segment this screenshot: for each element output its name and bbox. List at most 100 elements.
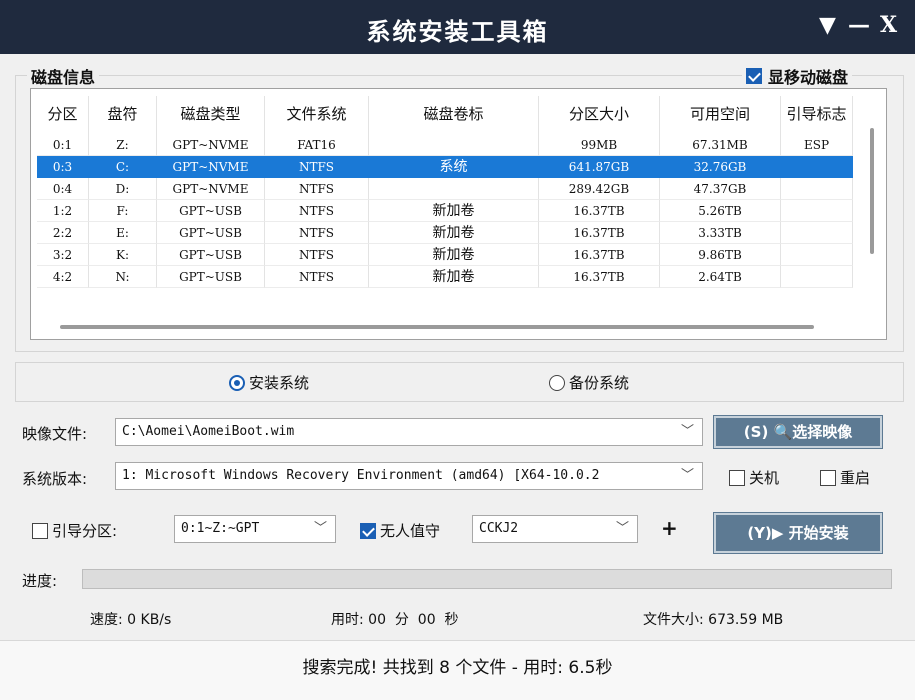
image-file-combo[interactable]: C:\Aomei\AomeiBoot.wim ﹀ bbox=[115, 418, 703, 446]
cell: 16.37TB bbox=[539, 200, 660, 222]
cell: GPT~USB bbox=[157, 222, 265, 244]
shutdown-label: 关机 bbox=[749, 469, 780, 487]
select-image-button[interactable]: (S) 🔍选择映像 bbox=[713, 415, 883, 449]
table-row-selected[interactable]: 0:3 C: GPT~NVME NTFS 系统 641.87GB 32.76GB bbox=[37, 156, 853, 178]
cell: NTFS bbox=[265, 244, 369, 266]
checkbox-checked-icon[interactable] bbox=[360, 522, 376, 539]
cell bbox=[781, 222, 853, 244]
cell: NTFS bbox=[265, 200, 369, 222]
column-header[interactable]: 可用空间 bbox=[660, 96, 781, 134]
table-row[interactable]: 4:2 N: GPT~USB NTFS 新加卷 16.37TB 2.64TB bbox=[37, 266, 853, 288]
column-header[interactable]: 分区 bbox=[37, 96, 89, 134]
image-file-value: C:\Aomei\AomeiBoot.wim bbox=[122, 424, 295, 439]
cell: 4:2 bbox=[37, 266, 89, 288]
close-button[interactable]: X bbox=[880, 12, 897, 38]
unattended-label: 无人值守 bbox=[380, 522, 441, 540]
cell: E: bbox=[89, 222, 157, 244]
chevron-down-icon[interactable]: ﹀ bbox=[611, 516, 629, 542]
cell: ESP bbox=[781, 134, 853, 156]
status-bar: 搜索完成! 共找到 8 个文件 - 用时: 6.5秒 bbox=[0, 640, 915, 700]
cell: D: bbox=[89, 178, 157, 200]
chevron-down-icon[interactable]: ﹀ bbox=[309, 516, 327, 542]
reboot-checkbox[interactable]: 重启 bbox=[820, 467, 870, 488]
cell: 新加卷 bbox=[369, 200, 539, 222]
chevron-down-icon[interactable]: ﹀ bbox=[676, 463, 694, 489]
boot-partition-combo[interactable]: 0:1~Z:~GPT ﹀ bbox=[174, 515, 336, 543]
column-header[interactable]: 盘符 bbox=[89, 96, 157, 134]
table-row[interactable]: 1:2 F: GPT~USB NTFS 新加卷 16.37TB 5.26TB bbox=[37, 200, 853, 222]
cell bbox=[781, 200, 853, 222]
cell: 9.86TB bbox=[660, 244, 781, 266]
progress-bar bbox=[82, 569, 892, 589]
cell bbox=[781, 266, 853, 288]
checkbox-icon[interactable] bbox=[729, 469, 745, 486]
cell: FAT16 bbox=[265, 134, 369, 156]
cell: 3.33TB bbox=[660, 222, 781, 244]
table-row[interactable]: 3:2 K: GPT~USB NTFS 新加卷 16.37TB 9.86TB bbox=[37, 244, 853, 266]
radio-unselected-icon[interactable] bbox=[549, 374, 565, 391]
cell: 新加卷 bbox=[369, 222, 539, 244]
add-plus-button[interactable]: + bbox=[661, 516, 678, 540]
chevron-down-icon[interactable]: ﹀ bbox=[676, 419, 694, 445]
install-system-radio[interactable]: 安装系统 bbox=[229, 372, 309, 393]
column-header[interactable]: 磁盘卷标 bbox=[369, 96, 539, 134]
checkbox-checked-icon[interactable] bbox=[746, 68, 762, 84]
shutdown-checkbox[interactable]: 关机 bbox=[729, 467, 779, 488]
table-row[interactable]: 2:2 E: GPT~USB NTFS 新加卷 16.37TB 3.33TB bbox=[37, 222, 853, 244]
unattended-combo[interactable]: CCKJ2 ﹀ bbox=[472, 515, 638, 543]
cell bbox=[369, 134, 539, 156]
cell: 系统 bbox=[369, 156, 539, 178]
system-version-value: 1: Microsoft Windows Recovery Environmen… bbox=[122, 468, 600, 483]
status-text: 搜索完成! 共找到 8 个文件 - 用时: 6.5秒 bbox=[302, 658, 613, 678]
boot-partition-checkbox[interactable]: 引导分区: bbox=[32, 520, 117, 541]
column-header[interactable]: 引导标志 bbox=[781, 96, 853, 134]
backup-system-label: 备份系统 bbox=[569, 374, 630, 392]
backup-system-radio[interactable]: 备份系统 bbox=[549, 372, 629, 393]
cell: GPT~USB bbox=[157, 244, 265, 266]
cell: 99MB bbox=[539, 134, 660, 156]
menu-dropdown-icon[interactable]: ▼ bbox=[819, 12, 836, 38]
column-header[interactable]: 文件系统 bbox=[265, 96, 369, 134]
system-version-combo[interactable]: 1: Microsoft Windows Recovery Environmen… bbox=[115, 462, 703, 490]
cell: 1:2 bbox=[37, 200, 89, 222]
cell: Z: bbox=[89, 134, 157, 156]
elapsed-time-text: 用时: 00 分 00 秒 bbox=[331, 612, 459, 628]
checkbox-icon[interactable] bbox=[820, 469, 836, 486]
cell: 641.87GB bbox=[539, 156, 660, 178]
system-version-label: 系统版本: bbox=[22, 470, 88, 488]
table-row[interactable]: 0:1 Z: GPT~NVME FAT16 99MB 67.31MB ESP bbox=[37, 134, 853, 156]
table-row[interactable]: 0:4 D: GPT~NVME NTFS 289.42GB 47.37GB bbox=[37, 178, 853, 200]
unattended-checkbox[interactable]: 无人值守 bbox=[360, 520, 440, 541]
cell: C: bbox=[89, 156, 157, 178]
cell: 289.42GB bbox=[539, 178, 660, 200]
cell: 16.37TB bbox=[539, 266, 660, 288]
cell: 3:2 bbox=[37, 244, 89, 266]
radio-selected-icon[interactable] bbox=[229, 374, 245, 391]
checkbox-icon[interactable] bbox=[32, 522, 48, 539]
cell: 新加卷 bbox=[369, 244, 539, 266]
boot-partition-value: 0:1~Z:~GPT bbox=[181, 521, 260, 536]
partition-table[interactable]: 分区 盘符 磁盘类型 文件系统 磁盘卷标 分区大小 可用空间 引导标志 0:1 Z… bbox=[30, 88, 887, 340]
window-title: 系统安装工具箱 bbox=[366, 17, 549, 46]
mode-bar bbox=[15, 362, 904, 402]
horizontal-scrollbar[interactable] bbox=[60, 325, 814, 329]
column-header[interactable]: 分区大小 bbox=[539, 96, 660, 134]
cell: 新加卷 bbox=[369, 266, 539, 288]
cell: GPT~USB bbox=[157, 200, 265, 222]
cell: NTFS bbox=[265, 156, 369, 178]
speed-text: 速度: 0 KB/s bbox=[90, 612, 172, 628]
start-install-button[interactable]: (Y)▶ 开始安装 bbox=[713, 512, 883, 554]
file-size-text: 文件大小: 673.59 MB bbox=[643, 612, 784, 628]
minimize-button[interactable]: — bbox=[848, 12, 870, 38]
cell: 32.76GB bbox=[660, 156, 781, 178]
cell: 0:3 bbox=[37, 156, 89, 178]
column-header[interactable]: 磁盘类型 bbox=[157, 96, 265, 134]
install-system-label: 安装系统 bbox=[249, 374, 310, 392]
show-removable-checkbox[interactable]: 显移动磁盘 bbox=[742, 64, 853, 88]
cell: NTFS bbox=[265, 222, 369, 244]
cell: N: bbox=[89, 266, 157, 288]
show-removable-label: 显移动磁盘 bbox=[768, 68, 849, 87]
vertical-scrollbar[interactable] bbox=[870, 128, 874, 254]
cell: 5.26TB bbox=[660, 200, 781, 222]
cell bbox=[369, 178, 539, 200]
